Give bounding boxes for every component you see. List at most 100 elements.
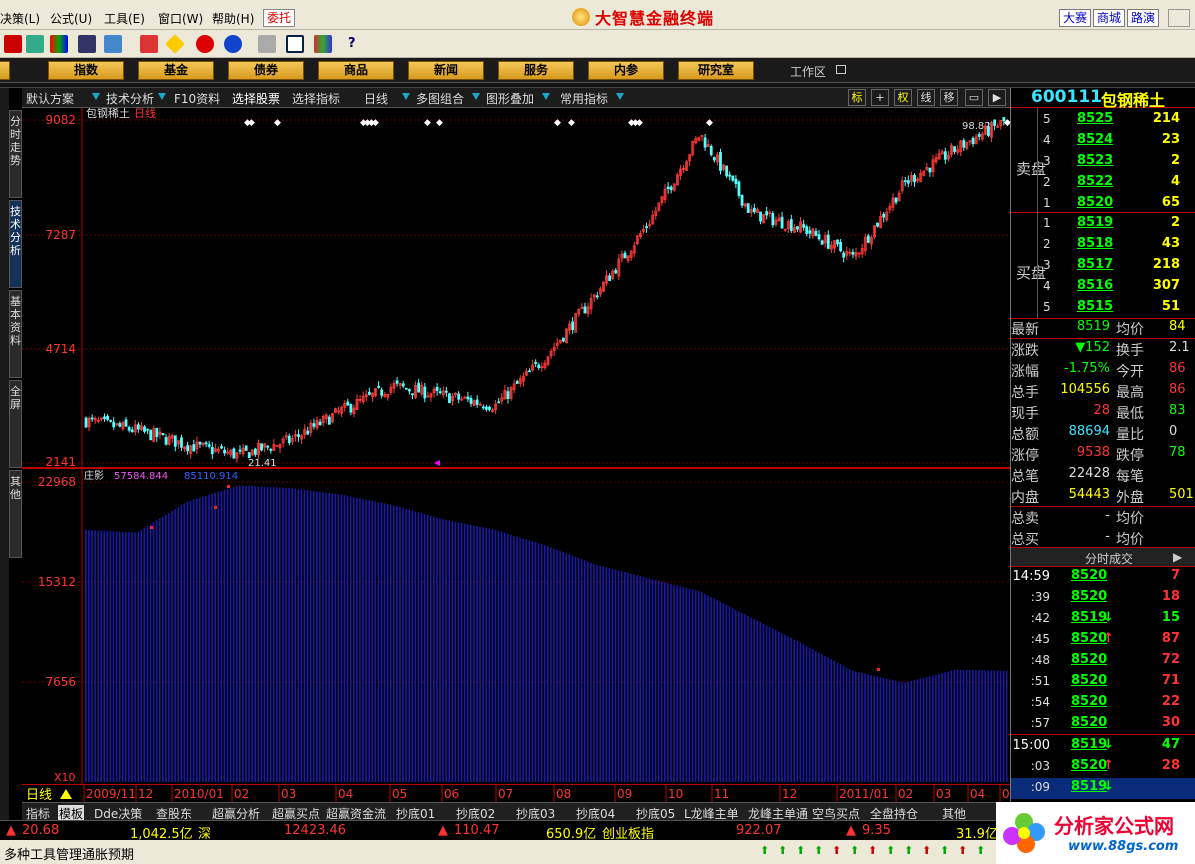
tab-technical[interactable]: 技术分析: [9, 200, 22, 288]
candle: [204, 442, 208, 445]
nav-button-news[interactable]: 新闻: [408, 61, 484, 80]
tick-price: 8519: [1071, 779, 1108, 794]
window-icon[interactable]: ▭: [965, 89, 983, 106]
play-icon[interactable]: ▶: [988, 89, 1006, 106]
multi-chart-dropdown[interactable]: 多图组合: [416, 90, 464, 107]
order-level: 3: [1043, 154, 1051, 168]
order-book-row[interactable]: 5 8525 214: [1011, 110, 1195, 131]
candle: [124, 419, 128, 427]
order-book-row[interactable]: 2 8522 4: [1011, 173, 1195, 194]
technical-dropdown[interactable]: 技术分析: [106, 90, 154, 107]
tick-row[interactable]: 14:59 8520 7: [1011, 567, 1195, 588]
nav-button-insider[interactable]: 内参: [588, 61, 664, 80]
quote-icon[interactable]: [26, 35, 44, 53]
scheme-dropdown[interactable]: 默认方案: [26, 90, 74, 107]
candle: [207, 444, 211, 447]
rights-button[interactable]: 权: [894, 89, 912, 106]
move-button[interactable]: 移: [940, 89, 958, 106]
order-book-row[interactable]: 5 8515 51: [1011, 298, 1195, 319]
menu-item[interactable]: 工具(E): [104, 10, 145, 27]
candle: [466, 396, 470, 400]
order-book-row[interactable]: 4 8524 23: [1011, 131, 1195, 152]
order-book-row[interactable]: 1 8519 2: [1011, 214, 1195, 235]
top-button[interactable]: 商城: [1093, 9, 1125, 27]
f10-button[interactable]: F10资料: [174, 90, 220, 107]
select-stock-button[interactable]: 选择股票: [232, 90, 280, 107]
dropdown-arrow-icon[interactable]: [542, 93, 550, 100]
dropdown-arrow-icon[interactable]: [472, 93, 480, 100]
select-indicator-button[interactable]: 选择指标: [292, 90, 340, 107]
blue-circle-icon[interactable]: [224, 35, 242, 53]
top-button[interactable]: 路演: [1127, 9, 1159, 27]
window-icon[interactable]: [286, 35, 304, 53]
broadcast-icon[interactable]: [104, 35, 122, 53]
tab-label: 全屏: [10, 385, 21, 411]
red-circle-icon[interactable]: [196, 35, 214, 53]
order-book-row[interactable]: 1 8520 65: [1011, 194, 1195, 215]
line-button[interactable]: 线: [917, 89, 935, 106]
menu-item[interactable]: 窗口(W): [158, 10, 203, 27]
nav-button-fund[interactable]: 基金: [138, 61, 214, 80]
workzone-label[interactable]: 工作区: [790, 63, 826, 80]
common-indicator-dropdown[interactable]: 常用指标: [560, 90, 608, 107]
period-dropdown[interactable]: 日线: [364, 90, 388, 107]
nav-button-service[interactable]: 服务: [498, 61, 574, 80]
nav-button-bond[interactable]: 债券: [228, 61, 304, 80]
bars-icon[interactable]: [50, 35, 68, 53]
tab-fullscreen[interactable]: 全屏: [9, 380, 22, 468]
window-control-icon[interactable]: [1168, 9, 1190, 27]
top-button[interactable]: 大赛: [1059, 9, 1091, 27]
help-icon[interactable]: ?: [348, 35, 366, 53]
up-triangle-icon: [60, 789, 72, 799]
tick-row[interactable]: :48 8520 72: [1011, 651, 1195, 672]
books-icon[interactable]: [314, 35, 332, 53]
indicator-bar: [128, 532, 130, 782]
indicator-bar: [137, 531, 139, 782]
tick-expand-icon[interactable]: ▶: [1173, 550, 1182, 564]
menu-item[interactable]: 决策(L): [0, 10, 40, 27]
dropdown-arrow-icon[interactable]: [616, 93, 624, 100]
order-book-row[interactable]: 4 8516 307: [1011, 277, 1195, 298]
tick-row[interactable]: :54 8520 22: [1011, 693, 1195, 714]
tick-row[interactable]: 15:00 8519 ↓ 47: [1011, 736, 1195, 757]
tab-other[interactable]: 其他: [9, 470, 22, 558]
tick-row[interactable]: :42 8519 ↓ 15: [1011, 609, 1195, 630]
tick-row[interactable]: :45 8520 ↑ 87: [1011, 630, 1195, 651]
indicator-chart[interactable]: 22968 15312 7656 X10 庄影 57584.844 85110.…: [22, 468, 1010, 784]
entrust-button[interactable]: 委托: [263, 9, 295, 27]
nav-button-index[interactable]: 指数: [48, 61, 124, 80]
indicator-bar: [587, 561, 589, 782]
tick-row[interactable]: :51 8520 71: [1011, 672, 1195, 693]
tick-row[interactable]: :39 8520 18: [1011, 588, 1195, 609]
kline-chart[interactable]: 9082 7287 4714 2141 包钢稀土 日线 98.82 21.41 …: [22, 106, 1011, 469]
record-icon[interactable]: [4, 35, 22, 53]
order-book-row[interactable]: 2 8518 43: [1011, 235, 1195, 256]
candle: [127, 427, 131, 431]
tick-row[interactable]: :57 8520 30: [1011, 714, 1195, 735]
order-book-row[interactable]: 3 8517 218: [1011, 256, 1195, 277]
dropdown-arrow-icon[interactable]: [158, 93, 166, 100]
nav-button-commodity[interactable]: 商品: [318, 61, 394, 80]
print-icon[interactable]: [258, 35, 276, 53]
workzone-dropdown-icon[interactable]: [836, 65, 846, 74]
tab-fundamental[interactable]: 基本资料: [9, 290, 22, 378]
binoculars-icon[interactable]: [78, 35, 96, 53]
diamond-icon[interactable]: [165, 34, 185, 54]
tick-row[interactable]: :03 8520 ↑ 28: [1011, 757, 1195, 778]
mark-tool-button[interactable]: 标: [848, 89, 866, 106]
candle: [836, 239, 839, 245]
dropdown-arrow-icon[interactable]: [92, 93, 100, 100]
news-icon[interactable]: [140, 35, 158, 53]
crosshair-button[interactable]: +: [871, 89, 889, 106]
tab-intraday[interactable]: 分时走势: [9, 110, 22, 198]
nav-button-stock[interactable]: 股: [0, 61, 10, 80]
overlay-dropdown[interactable]: 图形叠加: [486, 90, 534, 107]
dropdown-arrow-icon[interactable]: [402, 93, 410, 100]
candle: [666, 186, 670, 190]
menu-item[interactable]: 公式(U): [50, 10, 92, 27]
tick-row[interactable]: :09 8519 ↓: [1011, 778, 1195, 799]
menu-item[interactable]: 帮助(H): [212, 10, 254, 27]
nav-button-research[interactable]: 研究室: [678, 61, 754, 80]
order-book-row[interactable]: 3 8523 2: [1011, 152, 1195, 173]
tick-list[interactable]: 14:59 8520 7:39 8520 18:42 8519 ↓ 15:45 8520 ↑ 87:…: [1011, 567, 1195, 803]
